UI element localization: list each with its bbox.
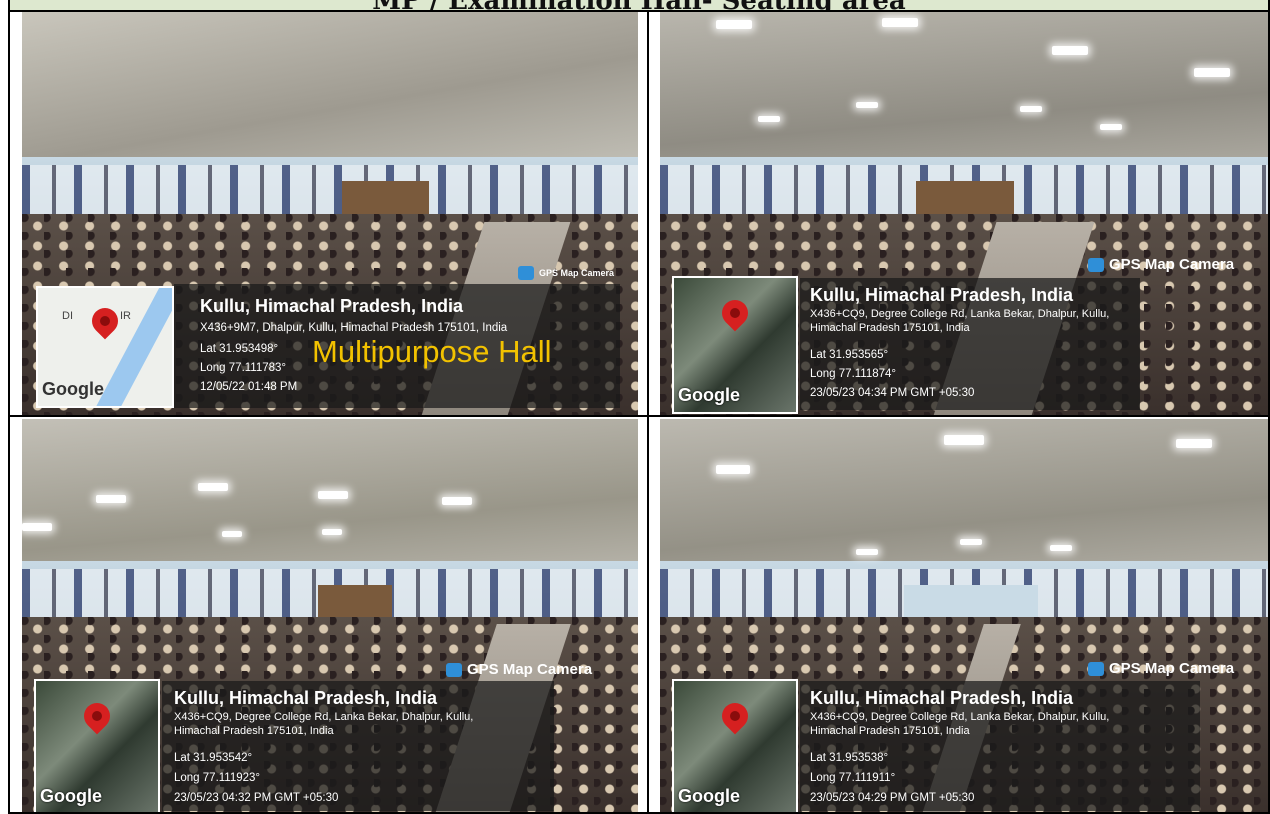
- section-title: MP / Examination Hall- Seating area: [10, 0, 1268, 10]
- table-divider-horizontal: [8, 415, 1270, 417]
- photo-table-border: [8, 10, 1270, 814]
- table-divider-vertical: [647, 10, 649, 814]
- section-header: MP / Examination Hall- Seating area: [8, 0, 1270, 10]
